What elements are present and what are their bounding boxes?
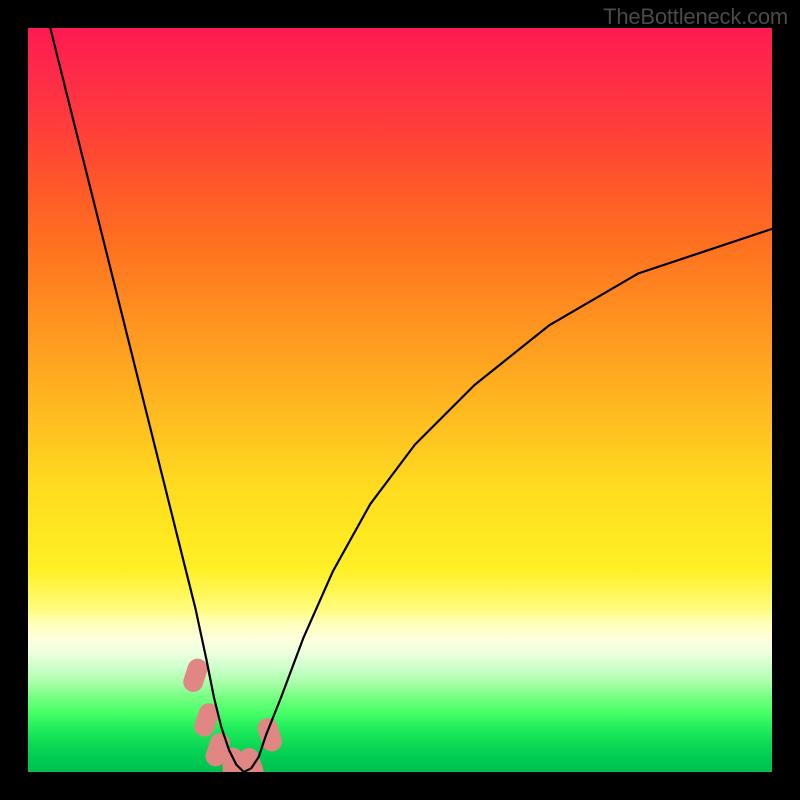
chart-frame: TheBottleneck.com xyxy=(0,0,800,800)
gradient-plot-area xyxy=(28,28,772,772)
watermark-label: TheBottleneck.com xyxy=(603,4,788,30)
